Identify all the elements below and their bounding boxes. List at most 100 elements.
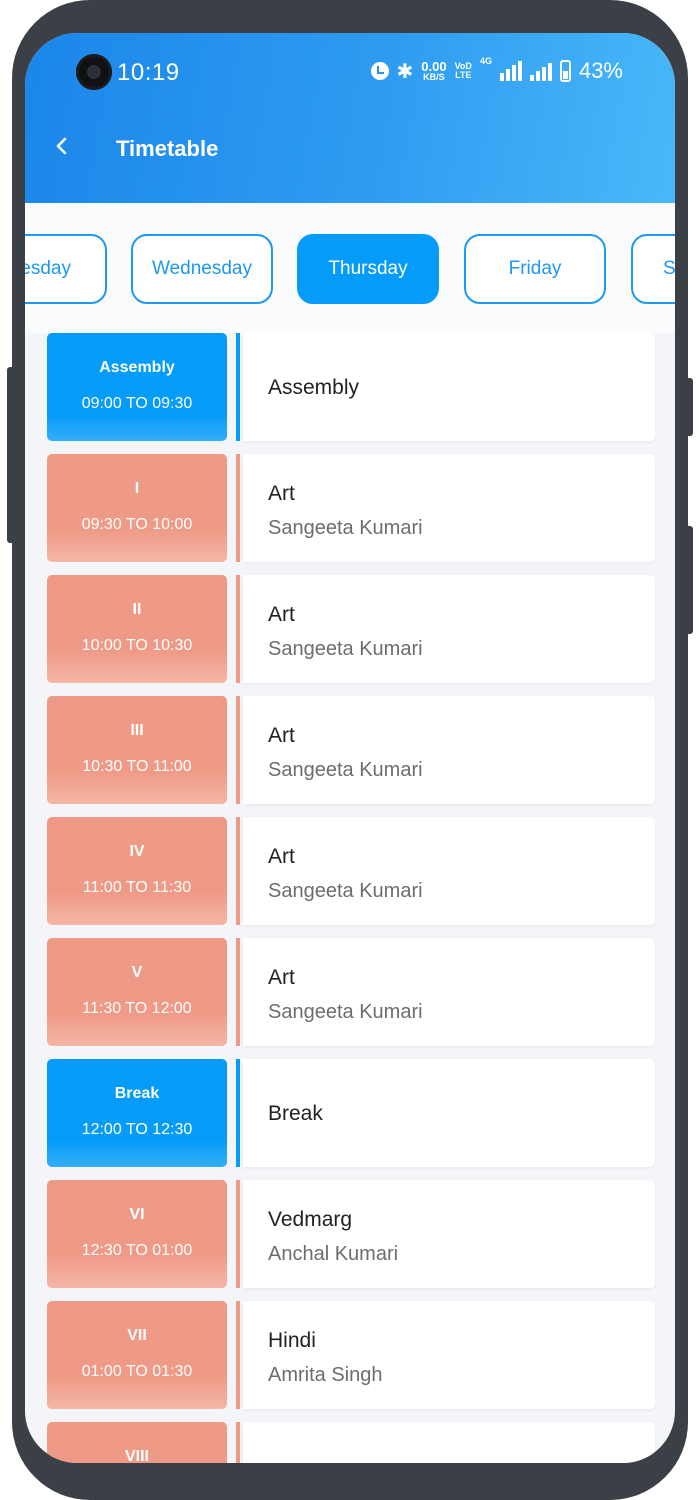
period-divider [236, 333, 240, 441]
status-time: 10:19 [117, 59, 180, 86]
period-time: 09:00 TO 09:30 [81, 395, 193, 412]
period-label: V [131, 964, 143, 981]
period-row[interactable]: VIII [47, 1422, 655, 1463]
subject-name: Vedmarg [268, 1208, 353, 1231]
signal-icon-2 [529, 61, 552, 81]
front-camera [76, 54, 112, 90]
app-bar: 10:19 ✱ 0.00 KB/S VoD LTE 4G 43% Timetab… [25, 33, 675, 203]
period-divider [236, 1059, 240, 1167]
net-speed: 0.00 KB/S [421, 60, 446, 82]
tab-day[interactable]: Wednesday [131, 234, 273, 304]
period-divider [236, 1301, 240, 1409]
period-time: 09:30 TO 10:00 [81, 516, 193, 533]
subject-name: Art [268, 724, 295, 747]
tab-day[interactable]: Friday [464, 234, 606, 304]
alarm-icon [370, 62, 389, 80]
day-tabs: esday Wednesday Thursday Friday S [25, 203, 675, 333]
subject-name: Art [268, 966, 295, 989]
period-time: 12:00 TO 12:30 [81, 1121, 193, 1138]
period-divider [236, 696, 240, 804]
period-time: 11:00 TO 11:30 [82, 879, 192, 896]
period-slot: VI 12:30 TO 01:00 [47, 1180, 227, 1288]
period-card: Art Sangeeta Kumari [243, 454, 655, 562]
network-type: 4G [479, 56, 492, 66]
period-label: II [132, 601, 142, 618]
period-row[interactable]: VII 01:00 TO 01:30 Hindi Amrita Singh [47, 1301, 655, 1409]
period-time: 12:30 TO 01:00 [81, 1242, 193, 1259]
period-slot: II 10:00 TO 10:30 [47, 575, 227, 683]
period-divider [236, 575, 240, 683]
period-divider [236, 1180, 240, 1288]
period-row[interactable]: I 09:30 TO 10:00 Art Sangeeta Kumari [47, 454, 655, 562]
period-row[interactable]: III 10:30 TO 11:00 Art Sangeeta Kumari [47, 696, 655, 804]
period-row[interactable]: II 10:00 TO 10:30 Art Sangeeta Kumari [47, 575, 655, 683]
period-label: I [134, 480, 140, 497]
period-card: Art Sangeeta Kumari [243, 696, 655, 804]
side-button-left [7, 367, 15, 543]
period-row[interactable]: IV 11:00 TO 11:30 Art Sangeeta Kumari [47, 817, 655, 925]
teacher-name: Sangeeta Kumari [268, 1001, 423, 1023]
period-time: 10:30 TO 11:00 [82, 758, 192, 775]
period-slot: VII 01:00 TO 01:30 [47, 1301, 227, 1409]
teacher-name: Amrita Singh [268, 1364, 383, 1386]
side-button-right-bottom [685, 526, 693, 634]
status-icons: ✱ 0.00 KB/S VoD LTE 4G 43% [370, 56, 623, 85]
teacher-name: Anchal Kumari [268, 1243, 399, 1265]
battery-percent: 43% [578, 58, 623, 83]
period-time: 10:00 TO 10:30 [81, 637, 193, 654]
subject-name: Hindi [268, 1329, 316, 1352]
period-divider [236, 1422, 240, 1463]
screen: 10:19 ✱ 0.00 KB/S VoD LTE 4G 43% Timetab… [25, 33, 675, 1463]
subject-name: Assembly [268, 376, 360, 399]
net-speed-unit: KB/S [423, 72, 445, 82]
period-card: Hindi Amrita Singh [243, 1301, 655, 1409]
chevron-left-icon[interactable] [53, 137, 71, 155]
bluetooth-icon: ✱ [396, 60, 414, 83]
tab-day[interactable]: Thursday [297, 234, 439, 304]
period-card: Break [243, 1059, 655, 1167]
period-slot: VIII [47, 1422, 227, 1463]
teacher-name: Sangeeta Kumari [268, 638, 423, 660]
period-card [243, 1422, 655, 1463]
battery-icon [559, 60, 571, 82]
period-card: Art Sangeeta Kumari [243, 575, 655, 683]
period-row[interactable]: Break 12:00 TO 12:30 Break [47, 1059, 655, 1167]
period-label: III [130, 722, 144, 739]
period-time: 01:00 TO 01:30 [81, 1363, 193, 1380]
period-slot: III 10:30 TO 11:00 [47, 696, 227, 804]
teacher-name: Sangeeta Kumari [268, 759, 423, 781]
signal-icon-1 [499, 61, 522, 81]
side-button-right-top [685, 378, 693, 436]
period-label: Break [114, 1085, 160, 1102]
tab-day[interactable]: esday [25, 234, 107, 304]
period-label: VI [129, 1206, 145, 1223]
volte-indicator: VoD LTE [455, 62, 472, 80]
page-title: Timetable [116, 136, 219, 161]
subject-name: Break [268, 1102, 323, 1125]
teacher-name: Sangeeta Kumari [268, 880, 423, 902]
volte-bottom: LTE [455, 70, 472, 80]
period-slot: IV 11:00 TO 11:30 [47, 817, 227, 925]
period-slot: Assembly 09:00 TO 09:30 [47, 333, 227, 441]
period-card: Art Sangeeta Kumari [243, 817, 655, 925]
tab-day[interactable]: S [631, 234, 675, 304]
teacher-name: Sangeeta Kumari [268, 517, 423, 539]
period-time: 11:30 TO 12:00 [82, 1000, 192, 1017]
period-divider [236, 938, 240, 1046]
period-row[interactable]: V 11:30 TO 12:00 Art Sangeeta Kumari [47, 938, 655, 1046]
subject-name: Art [268, 482, 295, 505]
period-slot: V 11:30 TO 12:00 [47, 938, 227, 1046]
status-bar: 10:19 ✱ 0.00 KB/S VoD LTE 4G 43% [25, 33, 675, 95]
subject-name: Art [268, 845, 295, 868]
period-card: Vedmarg Anchal Kumari [243, 1180, 655, 1288]
period-label: VII [127, 1327, 147, 1344]
period-row[interactable]: Assembly 09:00 TO 09:30 Assembly [47, 333, 655, 441]
period-row[interactable]: VI 12:30 TO 01:00 Vedmarg Anchal Kumari [47, 1180, 655, 1288]
period-slot: I 09:30 TO 10:00 [47, 454, 227, 562]
period-label: VIII [124, 1448, 149, 1463]
period-label: Assembly [99, 359, 175, 376]
subject-name: Art [268, 603, 295, 626]
period-divider [236, 817, 240, 925]
period-slot: Break 12:00 TO 12:30 [47, 1059, 227, 1167]
period-list: Assembly 09:00 TO 09:30 Assembly I 09:30 TO … [25, 333, 675, 1463]
